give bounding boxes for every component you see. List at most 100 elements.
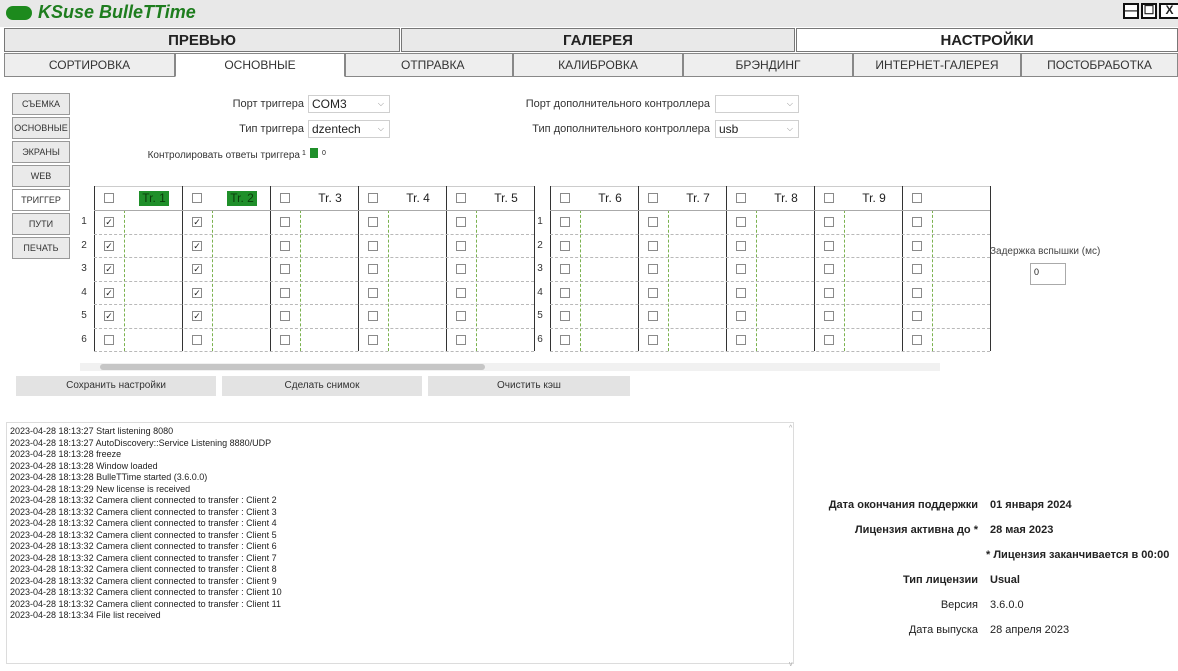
trigger-checkbox[interactable] bbox=[560, 311, 570, 321]
trigger-checkbox[interactable] bbox=[456, 217, 466, 227]
column-select-checkbox[interactable] bbox=[456, 193, 466, 203]
nav-screens[interactable]: ЭКРАНЫ bbox=[12, 141, 70, 163]
trigger-checkbox[interactable] bbox=[368, 240, 378, 251]
trigger-checkbox[interactable] bbox=[456, 287, 466, 298]
column-select-checkbox[interactable] bbox=[560, 193, 570, 203]
trigger-checkbox[interactable] bbox=[736, 217, 746, 227]
trigger-checkbox[interactable] bbox=[280, 287, 290, 298]
trigger-checkbox[interactable] bbox=[824, 240, 834, 251]
trigger-checkbox[interactable] bbox=[280, 311, 290, 321]
subtab-sending[interactable]: ОТПРАВКА bbox=[345, 53, 513, 77]
trigger-checkbox[interactable] bbox=[912, 264, 922, 274]
aux-type-select[interactable]: usb ⌵ bbox=[715, 120, 799, 138]
trigger-checkbox[interactable] bbox=[192, 334, 202, 345]
trigger-checkbox[interactable]: ✓ bbox=[192, 287, 202, 298]
trigger-checkbox[interactable] bbox=[368, 264, 378, 274]
column-select-checkbox[interactable] bbox=[912, 193, 922, 203]
trigger-checkbox[interactable] bbox=[736, 334, 746, 345]
trigger-checkbox[interactable] bbox=[912, 240, 922, 251]
aux-port-select[interactable]: ⌵ bbox=[715, 95, 799, 113]
save-settings-button[interactable]: Сохранить настройки bbox=[16, 376, 216, 396]
nav-paths[interactable]: ПУТИ bbox=[12, 213, 70, 235]
clear-cache-button[interactable]: Очистить кэш bbox=[428, 376, 630, 396]
trigger-checkbox[interactable] bbox=[648, 264, 658, 274]
table-scrollbar-thumb[interactable] bbox=[100, 364, 485, 370]
control-responses-toggle[interactable] bbox=[310, 148, 318, 158]
trigger-checkbox[interactable] bbox=[648, 240, 658, 251]
scroll-up-icon[interactable]: ^ bbox=[789, 425, 792, 432]
trigger-checkbox[interactable] bbox=[648, 334, 658, 345]
tab-settings[interactable]: НАСТРОЙКИ bbox=[796, 28, 1178, 52]
minimize-button[interactable]: — bbox=[1123, 3, 1139, 19]
trigger-checkbox[interactable] bbox=[456, 334, 466, 345]
trigger-checkbox[interactable]: ✓ bbox=[104, 217, 114, 227]
nav-print[interactable]: ПЕЧАТЬ bbox=[12, 237, 70, 259]
trigger-checkbox[interactable] bbox=[824, 264, 834, 274]
trigger-checkbox[interactable] bbox=[560, 240, 570, 251]
trigger-checkbox[interactable] bbox=[824, 287, 834, 298]
trigger-checkbox[interactable] bbox=[280, 334, 290, 345]
nav-general[interactable]: ОСНОВНЫЕ bbox=[12, 117, 70, 139]
trigger-checkbox[interactable] bbox=[912, 217, 922, 227]
trigger-checkbox[interactable] bbox=[560, 287, 570, 298]
trigger-checkbox[interactable] bbox=[912, 334, 922, 345]
trigger-checkbox[interactable]: ✓ bbox=[192, 311, 202, 321]
tab-gallery[interactable]: ГАЛЕРЕЯ bbox=[401, 28, 795, 52]
trigger-checkbox[interactable]: ✓ bbox=[104, 287, 114, 298]
trigger-checkbox[interactable] bbox=[736, 264, 746, 274]
trigger-checkbox[interactable] bbox=[648, 217, 658, 227]
trigger-checkbox[interactable] bbox=[456, 311, 466, 321]
trigger-checkbox[interactable]: ✓ bbox=[192, 217, 202, 227]
subtab-sorting[interactable]: СОРТИРОВКА bbox=[4, 53, 175, 77]
trigger-checkbox[interactable] bbox=[736, 311, 746, 321]
trigger-type-select[interactable]: dzentech ⌵ bbox=[308, 120, 390, 138]
subtab-postprocessing[interactable]: ПОСТОБРАБОТКА bbox=[1021, 53, 1178, 77]
trigger-checkbox[interactable] bbox=[104, 334, 114, 345]
trigger-checkbox[interactable]: ✓ bbox=[104, 240, 114, 251]
trigger-checkbox[interactable] bbox=[560, 264, 570, 274]
nav-shooting[interactable]: СЪЕМКА bbox=[12, 93, 70, 115]
subtab-internet-gallery[interactable]: ИНТЕРНЕТ-ГАЛЕРЕЯ bbox=[853, 53, 1021, 77]
close-button[interactable]: X bbox=[1159, 3, 1178, 19]
column-select-checkbox[interactable] bbox=[824, 193, 834, 203]
column-select-checkbox[interactable] bbox=[648, 193, 658, 203]
trigger-checkbox[interactable] bbox=[368, 287, 378, 298]
scroll-down-icon[interactable]: v bbox=[789, 661, 793, 668]
trigger-checkbox[interactable] bbox=[456, 240, 466, 251]
trigger-checkbox[interactable] bbox=[368, 311, 378, 321]
trigger-checkbox[interactable] bbox=[648, 287, 658, 298]
trigger-checkbox[interactable] bbox=[560, 217, 570, 227]
trigger-checkbox[interactable] bbox=[560, 334, 570, 345]
trigger-checkbox[interactable] bbox=[824, 217, 834, 227]
trigger-checkbox[interactable] bbox=[736, 287, 746, 298]
subtab-branding[interactable]: БРЭНДИНГ bbox=[683, 53, 853, 77]
maximize-button[interactable]: ☐ bbox=[1141, 3, 1157, 19]
column-select-checkbox[interactable] bbox=[104, 193, 114, 203]
trigger-checkbox[interactable] bbox=[280, 264, 290, 274]
take-snapshot-button[interactable]: Сделать снимок bbox=[222, 376, 422, 396]
subtab-calibration[interactable]: КАЛИБРОВКА bbox=[513, 53, 683, 77]
flash-delay-input[interactable]: 0 bbox=[1030, 263, 1066, 285]
trigger-checkbox[interactable] bbox=[456, 264, 466, 274]
trigger-checkbox[interactable]: ✓ bbox=[192, 240, 202, 251]
column-select-checkbox[interactable] bbox=[280, 193, 290, 203]
column-select-checkbox[interactable] bbox=[736, 193, 746, 203]
column-select-checkbox[interactable] bbox=[368, 193, 378, 203]
nav-web[interactable]: WEB bbox=[12, 165, 70, 187]
trigger-checkbox[interactable] bbox=[824, 334, 834, 345]
trigger-checkbox[interactable] bbox=[368, 334, 378, 345]
trigger-checkbox[interactable] bbox=[368, 217, 378, 227]
nav-trigger[interactable]: ТРИГГЕР bbox=[12, 189, 70, 211]
trigger-checkbox[interactable]: ✓ bbox=[104, 311, 114, 321]
trigger-checkbox[interactable] bbox=[280, 240, 290, 251]
trigger-checkbox[interactable] bbox=[912, 311, 922, 321]
subtab-general[interactable]: ОСНОВНЫЕ bbox=[175, 53, 345, 77]
trigger-checkbox[interactable]: ✓ bbox=[104, 264, 114, 274]
column-select-checkbox[interactable] bbox=[192, 193, 202, 203]
trigger-checkbox[interactable]: ✓ bbox=[192, 264, 202, 274]
trigger-checkbox[interactable] bbox=[824, 311, 834, 321]
trigger-port-select[interactable]: COM3 ⌵ bbox=[308, 95, 390, 113]
trigger-checkbox[interactable] bbox=[280, 217, 290, 227]
trigger-checkbox[interactable] bbox=[736, 240, 746, 251]
trigger-checkbox[interactable] bbox=[912, 287, 922, 298]
